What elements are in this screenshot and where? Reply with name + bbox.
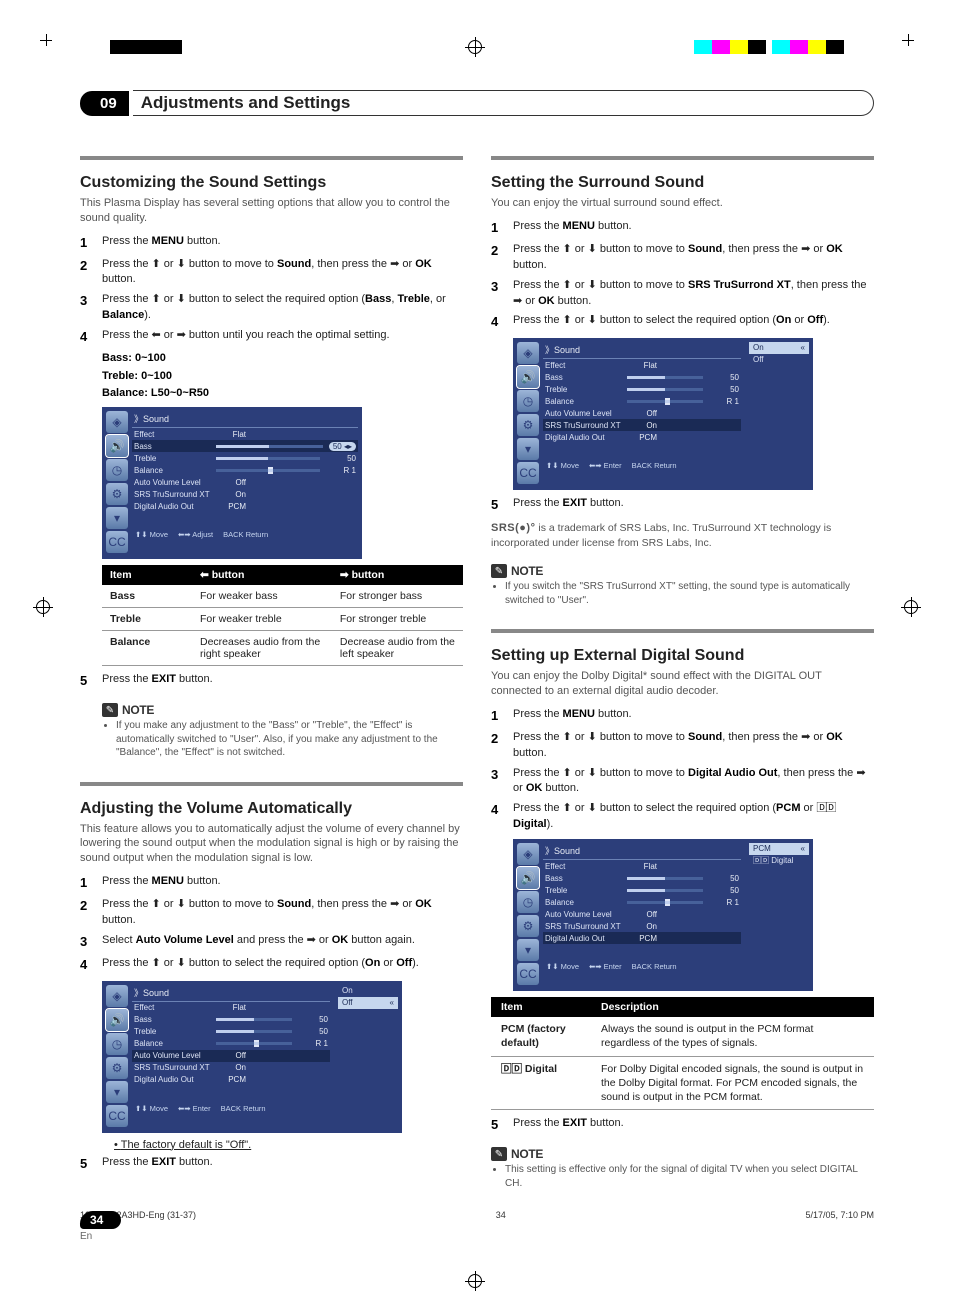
section-custom-sound: Customizing the Sound Settings: [80, 174, 463, 192]
left-column: Customizing the Sound Settings This Plas…: [80, 156, 463, 1190]
chapter-title: Adjustments and Settings: [133, 90, 874, 116]
note-text: If you make any adjustment to the "Bass"…: [116, 719, 463, 760]
steps-custom-sound: 1Press the MENU button. 2Press the ⬆ or …: [80, 234, 463, 347]
range-treble: Treble: 0~100: [102, 370, 172, 382]
osd-auto-volume: ◈🔊◷⚙▾CC 》Sound EffectFlat Bass50 Treble5…: [102, 981, 402, 1133]
range-balance: Balance: L50~0~R50: [102, 387, 209, 399]
section-digital: Setting up External Digital Sound: [491, 647, 874, 665]
section-surround: Setting the Surround Sound: [491, 174, 874, 192]
chapter-number: 09: [80, 91, 129, 116]
language-code: En: [80, 1231, 121, 1242]
intro-text: This Plasma Display has several setting …: [80, 196, 463, 226]
table-digital-options: ItemDescription PCM (factory default)Alw…: [491, 997, 874, 1110]
factory-default-note: • The factory default is "Off".: [114, 1139, 463, 1151]
section-auto-volume: Adjusting the Volume Automatically: [80, 800, 463, 818]
range-bass: Bass: 0~100: [102, 352, 166, 364]
chapter-header: 09 Adjustments and Settings: [80, 90, 874, 116]
osd-digital-out: ◈🔊◷⚙▾CC 》Sound EffectFlat Bass50 Treble5…: [513, 839, 813, 991]
table-adjust-buttons: Item⬅ button➡ button BassFor weaker bass…: [102, 565, 463, 666]
osd-sound-menu-bass: ◈🔊◷⚙▾CC 》Sound EffectFlat Bass50 ◂▸ Treb…: [102, 407, 362, 559]
page-number: 34: [80, 1211, 121, 1229]
srs-trademark: SRS(●)° is a trademark of SRS Labs, Inc.…: [491, 521, 874, 550]
right-column: Setting the Surround Sound You can enjoy…: [491, 156, 874, 1190]
note-icon: ✎NOTE: [102, 703, 154, 717]
page-footer: 34 En: [80, 1211, 121, 1242]
imposition-footer: 10-PDP42A3HD-Eng (31-37) 34 5/17/05, 7:1…: [80, 1190, 874, 1250]
osd-srs: ◈🔊◷⚙▾CC 》Sound EffectFlat Bass50 Treble5…: [513, 338, 813, 490]
